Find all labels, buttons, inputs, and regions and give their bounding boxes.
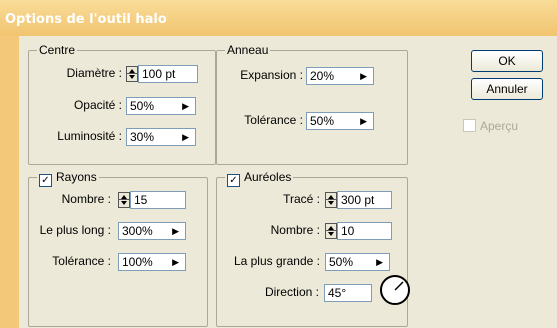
apercu-label: Aperçu (480, 119, 519, 133)
plus-grande-label: La plus grande : (233, 254, 320, 268)
plus-grande-select[interactable]: 50% ▶ (325, 253, 390, 271)
spinner-down-icon (121, 201, 127, 205)
triangle-right-icon: ▶ (172, 226, 179, 236)
diametre-label: Diamètre : (66, 66, 122, 80)
aureoles-nombre-spinner[interactable] (325, 223, 337, 239)
rayons-nombre-label: Nombre : (61, 192, 111, 206)
anneau-legend: Anneau (225, 43, 271, 57)
aureoles-nombre-field[interactable]: 10 (337, 222, 392, 240)
centre-legend: Centre (37, 43, 78, 57)
apercu-option[interactable]: Aperçu (463, 119, 518, 133)
aureoles-label: Auréoles (244, 170, 292, 184)
title-bar: Options de l'outil halo (0, 0, 557, 36)
direction-field[interactable]: 45° (324, 284, 372, 302)
ok-button[interactable]: OK (471, 50, 543, 72)
dialog-title: Options de l'outil halo (5, 12, 167, 27)
rayons-tolerance-value: 100% (122, 255, 153, 269)
diametre-field[interactable]: 100 pt (138, 65, 198, 83)
rayons-checkbox[interactable]: ✓ (39, 174, 52, 187)
trace-field[interactable]: 300 pt (337, 191, 392, 209)
spinner-down-icon (129, 75, 135, 79)
plus-long-value: 300% (122, 224, 153, 238)
direction-label: Direction : (264, 285, 319, 299)
triangle-right-icon: ▶ (360, 71, 367, 81)
triangle-right-icon: ▶ (360, 116, 367, 126)
expansion-label: Expansion : (240, 68, 303, 82)
opacite-label: Opacité : (73, 98, 122, 112)
luminosite-value: 30% (130, 130, 155, 144)
rayons-group: ✓ Rayons Nombre : 15 Le plus long : 300% … (28, 170, 208, 327)
triangle-right-icon: ▶ (182, 101, 189, 111)
expansion-value: 20% (310, 69, 335, 83)
aureoles-legend[interactable]: ✓ Auréoles (225, 170, 294, 187)
plus-long-label: Le plus long : (39, 223, 111, 237)
dialog-client: Centre Diamètre : 100 pt Opacité : 50% ▶… (19, 36, 557, 328)
trace-spinner[interactable] (325, 192, 337, 208)
rayons-tolerance-label: Tolérance : (52, 254, 111, 268)
annuler-button[interactable]: Annuler (471, 78, 543, 100)
anneau-tolerance-select[interactable]: 50% ▶ (306, 112, 374, 130)
rayons-label: Rayons (56, 170, 97, 184)
anneau-group: Anneau Expansion : 20% ▶ Tolérance : 50%… (216, 43, 408, 165)
anneau-tolerance-label: Tolérance : (244, 113, 303, 127)
spinner-down-icon (328, 232, 334, 236)
diametre-spinner[interactable] (126, 66, 138, 82)
opacite-value: 50% (130, 99, 155, 113)
luminosite-select[interactable]: 30% ▶ (126, 128, 196, 146)
opacite-select[interactable]: 50% ▶ (126, 97, 196, 115)
rayons-nombre-spinner[interactable] (118, 192, 130, 208)
triangle-right-icon: ▶ (376, 257, 383, 267)
rayons-legend[interactable]: ✓ Rayons (37, 170, 99, 187)
spinner-down-icon (328, 201, 334, 205)
triangle-right-icon: ▶ (182, 132, 189, 142)
rayons-nombre-field[interactable]: 15 (130, 191, 186, 209)
luminosite-label: Luminosité : (57, 129, 122, 143)
expansion-select[interactable]: 20% ▶ (306, 67, 374, 85)
aureoles-group: ✓ Auréoles Tracé : 300 pt Nombre : 10 La … (216, 170, 410, 327)
rayons-tolerance-select[interactable]: 100% ▶ (118, 253, 186, 271)
plus-long-select[interactable]: 300% ▶ (118, 222, 186, 240)
triangle-right-icon: ▶ (172, 257, 179, 267)
anneau-tolerance-value: 50% (310, 114, 335, 128)
centre-group: Centre Diamètre : 100 pt Opacité : 50% ▶… (28, 43, 216, 165)
aureoles-nombre-label: Nombre : (270, 223, 320, 237)
trace-label: Tracé : (283, 192, 320, 206)
aureoles-checkbox[interactable]: ✓ (227, 174, 240, 187)
apercu-checkbox[interactable] (463, 119, 476, 132)
angle-dial-icon[interactable] (380, 275, 410, 305)
plus-grande-value: 50% (329, 255, 354, 269)
